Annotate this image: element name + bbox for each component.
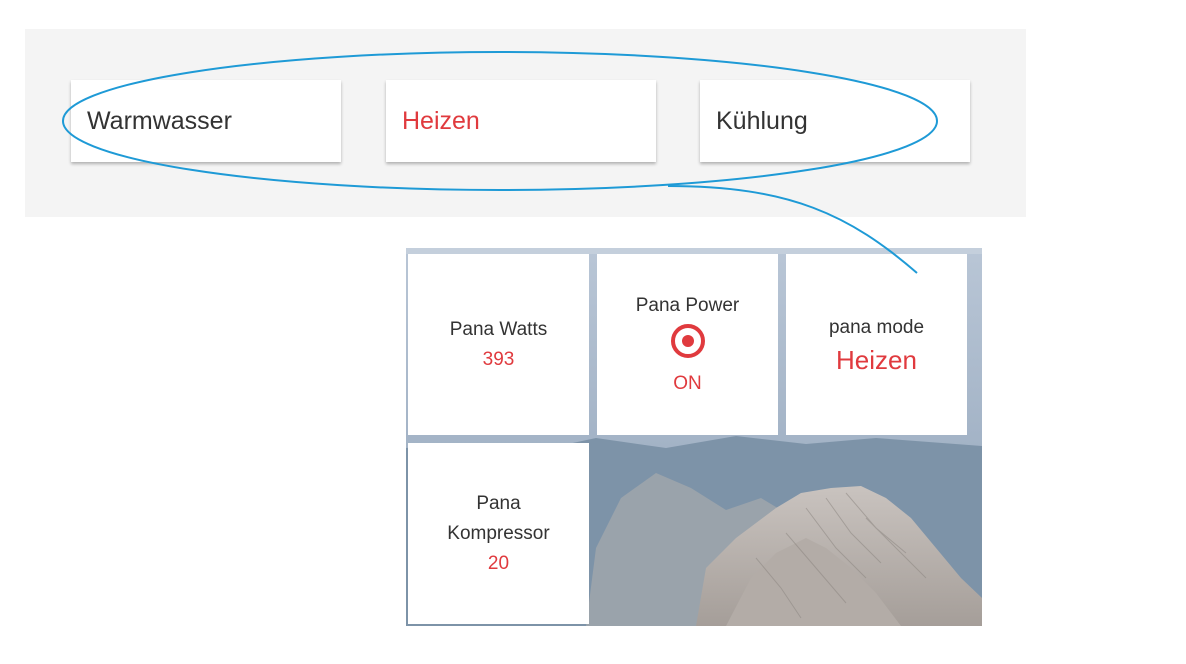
heizen-button[interactable]: Heizen (386, 80, 656, 162)
pana-kompressor-tile[interactable]: Pana Kompressor 20 (408, 443, 589, 624)
power-state: ON (673, 372, 702, 394)
target-icon (670, 323, 705, 358)
warmwasser-button[interactable]: Warmwasser (71, 80, 341, 162)
pana-watts-tile[interactable]: Pana Watts 393 (408, 254, 589, 435)
tile-label: Pana Kompressor (447, 492, 550, 544)
kuehlung-button[interactable]: Kühlung (700, 80, 970, 162)
tile-label: Pana Watts (449, 318, 548, 340)
tile-label: pana mode (828, 316, 925, 338)
tile-value: 20 (487, 552, 510, 574)
mode-selector-panel: Warmwasser Heizen Kühlung (25, 29, 1026, 217)
tile-label: Pana Power (635, 294, 740, 316)
tile-value: Heizen (836, 344, 917, 375)
tile-value: 393 (482, 348, 515, 370)
pana-power-tile[interactable]: Pana Power ON (597, 254, 778, 435)
dashboard-grid: Pana Watts 393 Pana Power ON pana mode H… (406, 248, 982, 626)
pana-mode-tile[interactable]: pana mode Heizen (786, 254, 967, 435)
